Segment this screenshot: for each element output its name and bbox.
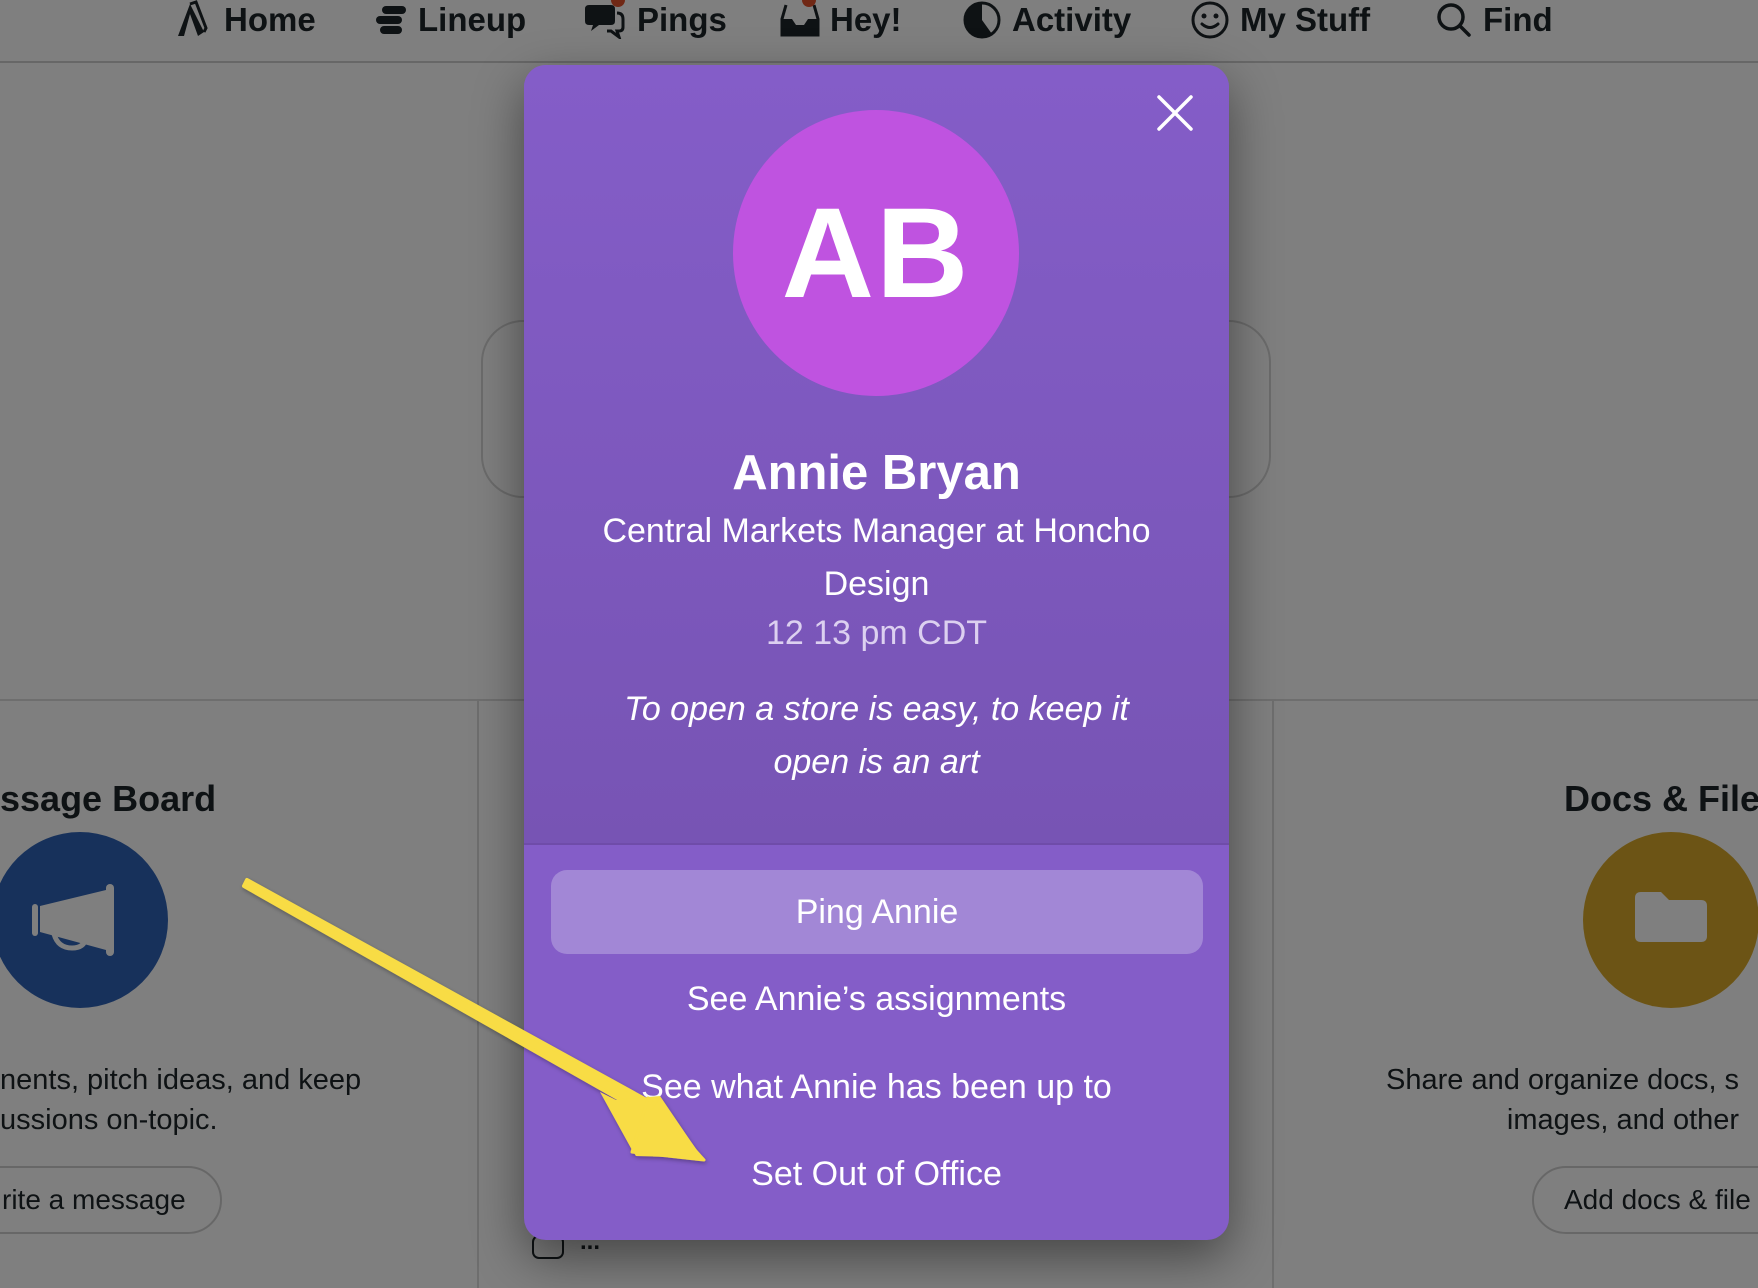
- set-out-of-office-link[interactable]: Set Out of Office: [524, 1155, 1229, 1194]
- see-activity-link[interactable]: See what Annie has been up to: [524, 1068, 1229, 1107]
- close-icon: [1157, 95, 1193, 131]
- profile-header: AB Annie Bryan Central Markets Manager a…: [524, 65, 1229, 845]
- button-label: Ping Annie: [795, 892, 959, 931]
- person-bio-quote: To open a store is easy, to keep it open…: [624, 690, 1129, 781]
- avatar: AB: [733, 110, 1019, 396]
- person-name: Annie Bryan: [732, 446, 1021, 500]
- see-assignments-link[interactable]: See Annie’s assignments: [524, 980, 1229, 1019]
- avatar-initials: AB: [781, 181, 971, 325]
- ping-button[interactable]: Ping Annie: [551, 870, 1203, 954]
- person-local-time: 12 13 pm CDT: [765, 614, 988, 652]
- profile-modal: AB Annie Bryan Central Markets Manager a…: [524, 65, 1229, 1240]
- person-job-title: Central Markets Manager at Honcho Design: [602, 512, 1151, 603]
- close-button[interactable]: [1153, 91, 1197, 135]
